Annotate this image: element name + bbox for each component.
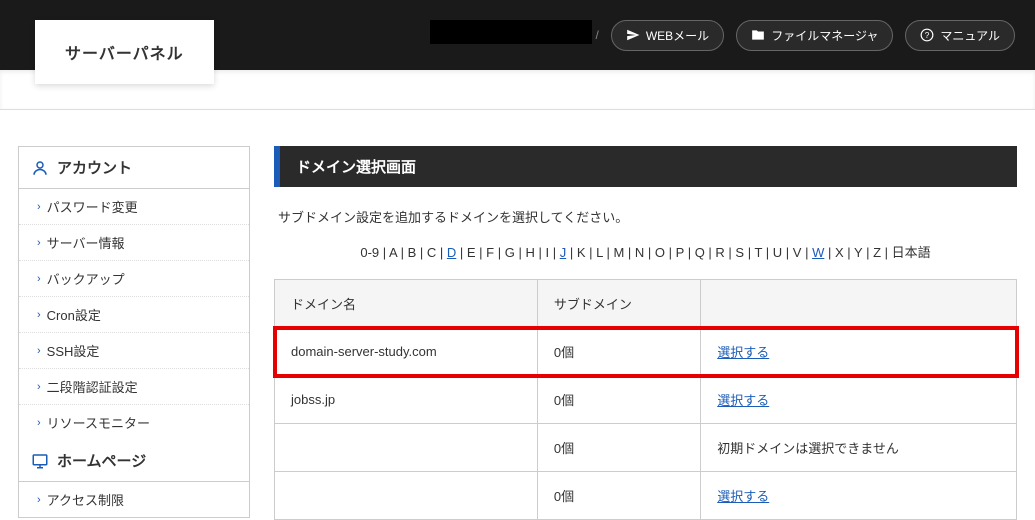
sidebar-item-label: パスワード変更 xyxy=(47,197,138,216)
action-cell: 選択する xyxy=(701,376,1017,424)
alpha-link[interactable]: W xyxy=(812,245,824,260)
sidebar-item-label: Cron設定 xyxy=(47,305,101,324)
table-row: 0個初期ドメインは選択できません xyxy=(275,424,1017,472)
table-header xyxy=(701,280,1017,328)
alpha-letter: B xyxy=(408,245,417,260)
sidebar-section-header-user: アカウント xyxy=(19,147,249,189)
chevron-right-icon: › xyxy=(37,417,41,429)
chevron-right-icon: › xyxy=(37,237,41,249)
user-icon xyxy=(31,159,49,177)
alpha-letter: 日本語 xyxy=(892,245,931,260)
header-separator: / xyxy=(596,28,599,42)
alpha-letter: H xyxy=(525,245,534,260)
alpha-letter: X xyxy=(835,245,844,260)
alpha-letter: E xyxy=(467,245,476,260)
alpha-letter: O xyxy=(655,245,665,260)
manual-button[interactable]: ? マニュアル xyxy=(905,20,1015,51)
main-content: ドメイン選択画面 サブドメイン設定を追加するドメインを選択してください。 0-9… xyxy=(274,146,1017,520)
sidebar-item[interactable]: › バックアップ xyxy=(19,261,249,297)
folder-icon xyxy=(751,28,765,42)
table-row: domain-server-study.com0個 選択する xyxy=(275,328,1017,376)
sidebar-item-label: アクセス制限 xyxy=(47,490,124,509)
alpha-letter: K xyxy=(577,245,586,260)
page-title: ドメイン選択画面 xyxy=(274,146,1017,187)
sidebar-item-label: リソースモニター xyxy=(47,413,150,432)
alpha-letter: G xyxy=(505,245,515,260)
subdomain-cell: 0個 xyxy=(537,424,700,472)
alpha-letter: F xyxy=(486,245,494,260)
subdomain-cell: 0個 xyxy=(537,472,700,520)
monitor-icon xyxy=(31,452,49,470)
action-cell: 選択する xyxy=(701,472,1017,520)
webmail-label: WEBメール xyxy=(646,27,709,44)
page-description: サブドメイン設定を追加するドメインを選択してください。 xyxy=(274,187,1017,242)
sidebar-item[interactable]: › リソースモニター xyxy=(19,405,249,440)
filemanager-button[interactable]: ファイルマネージャ xyxy=(736,20,893,51)
domain-cell: jobss.jp xyxy=(275,376,538,424)
alpha-letter: L xyxy=(596,245,603,260)
table-header: ドメイン名 xyxy=(275,280,538,328)
alpha-letter: N xyxy=(635,245,644,260)
alpha-letter: Z xyxy=(873,245,881,260)
sidebar-item-label: 二段階認証設定 xyxy=(47,377,138,396)
sidebar: アカウント › パスワード変更 › サーバー情報 › バックアップ › Cron設定 › SSH設定… xyxy=(18,146,250,518)
hidden-server-id xyxy=(430,20,592,44)
sidebar-item[interactable]: › パスワード変更 xyxy=(19,189,249,225)
sidebar-item-label: サーバー情報 xyxy=(47,233,125,252)
chevron-right-icon: › xyxy=(37,201,41,213)
table-row: 0個 選択する xyxy=(275,472,1017,520)
select-link[interactable]: 選択する xyxy=(717,345,769,360)
logo-text: サーバーパネル xyxy=(65,40,184,64)
action-cell: 選択する xyxy=(701,328,1017,376)
alpha-letter: P xyxy=(676,245,684,260)
chevron-right-icon: › xyxy=(37,345,41,357)
sidebar-item-label: SSH設定 xyxy=(47,341,100,360)
select-link[interactable]: 選択する xyxy=(717,393,769,408)
domain-table: ドメイン名サブドメインdomain-server-study.com0個選択する… xyxy=(274,279,1017,520)
table-header: サブドメイン xyxy=(537,280,700,328)
sidebar-item-label: バックアップ xyxy=(47,269,125,288)
sidebar-item[interactable]: › 二段階認証設定 xyxy=(19,369,249,405)
alpha-link[interactable]: D xyxy=(447,245,456,260)
chevron-right-icon: › xyxy=(37,494,41,506)
alpha-letter: M xyxy=(613,245,624,260)
alpha-letter: 0-9 xyxy=(360,245,379,260)
sidebar-section-title: ホームページ xyxy=(57,450,146,471)
select-link[interactable]: 選択する xyxy=(717,489,769,504)
alpha-letter: T xyxy=(754,245,762,260)
manual-label: マニュアル xyxy=(940,27,1000,44)
alpha-letter: Q xyxy=(695,245,705,260)
sidebar-item[interactable]: › SSH設定 xyxy=(19,333,249,369)
chevron-right-icon: › xyxy=(37,381,41,393)
chevron-right-icon: › xyxy=(37,273,41,285)
domain-cell xyxy=(275,424,538,472)
alpha-letter: C xyxy=(427,245,436,260)
action-cell: 初期ドメインは選択できません xyxy=(701,424,1017,472)
chevron-right-icon: › xyxy=(37,309,41,321)
alpha-index: 0-9 | A | B | C | D | E | F | G | H | I … xyxy=(274,242,1017,279)
domain-cell xyxy=(275,472,538,520)
alpha-letter: V xyxy=(793,245,802,260)
question-icon: ? xyxy=(920,28,934,42)
alpha-letter: S xyxy=(735,245,744,260)
svg-text:?: ? xyxy=(925,31,930,40)
domain-cell: domain-server-study.com xyxy=(275,328,538,376)
filemanager-label: ファイルマネージャ xyxy=(771,27,878,44)
sidebar-section-header-monitor: ホームページ xyxy=(19,440,249,482)
sidebar-item[interactable]: › サーバー情報 xyxy=(19,225,249,261)
paper-plane-icon xyxy=(626,28,640,42)
webmail-button[interactable]: WEBメール xyxy=(611,20,724,51)
table-row: jobss.jp0個 選択する xyxy=(275,376,1017,424)
alpha-letter: R xyxy=(715,245,724,260)
alpha-letter: Y xyxy=(854,245,862,260)
subdomain-cell: 0個 xyxy=(537,376,700,424)
subdomain-cell: 0個 xyxy=(537,328,700,376)
alpha-link[interactable]: J xyxy=(560,245,567,260)
sidebar-section-title: アカウント xyxy=(57,157,132,178)
alpha-letter: U xyxy=(773,245,782,260)
alpha-letter: A xyxy=(389,245,397,260)
alpha-letter: I xyxy=(545,245,549,260)
logo-panel: サーバーパネル xyxy=(35,20,214,84)
sidebar-item[interactable]: › Cron設定 xyxy=(19,297,249,333)
